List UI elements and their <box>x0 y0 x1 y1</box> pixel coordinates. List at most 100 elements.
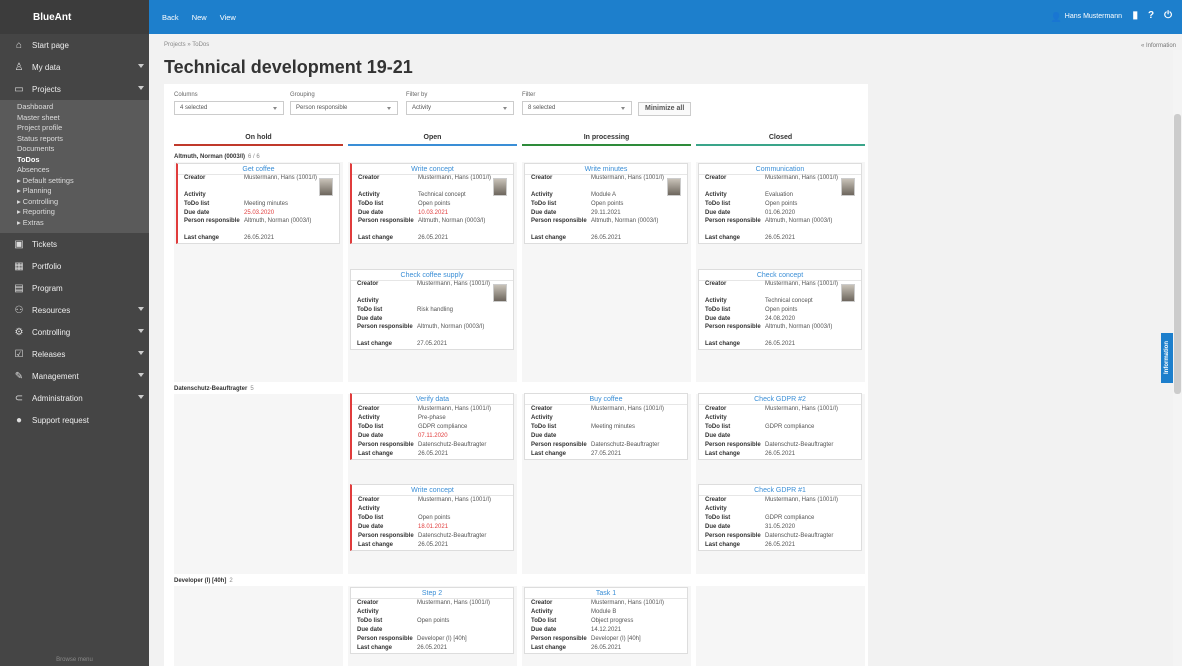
sidebar-item-portfolio[interactable]: ▦ Portfolio <box>0 255 149 277</box>
field-label: ToDo list <box>357 618 383 624</box>
sidebar-item-start-page[interactable]: ⌂ Start page <box>0 34 149 56</box>
submenu-item[interactable]: Documents <box>0 144 149 155</box>
field-label: ToDo list <box>705 201 731 207</box>
sidebar-item-tickets[interactable]: ▣ Tickets <box>0 233 149 255</box>
field-value: Pre-phase <box>418 415 446 421</box>
sidebar-item-resources[interactable]: ⚇ Resources <box>0 299 149 321</box>
management-icon: ✎ <box>14 370 24 382</box>
card-field-todolist: ToDo list Open points <box>352 514 513 523</box>
todo-card[interactable]: Verify data Creator Mustermann, Hans (1001… <box>350 393 514 460</box>
card-field-todolist: ToDo list Object progress <box>525 617 687 626</box>
group-header: Datenschutz-Beauftragter 5 <box>174 386 254 392</box>
minimize-all-button[interactable]: Minimize all <box>638 102 692 116</box>
field-label: Person responsible <box>357 636 413 642</box>
sidebar-item-controlling[interactable]: ⚙ Controlling <box>0 321 149 343</box>
todo-card[interactable]: Check GDPR #1 Creator Mustermann, Hans (10… <box>698 484 862 551</box>
sidebar-item-management[interactable]: ✎ Management <box>0 365 149 387</box>
field-value: 26.05.2021 <box>417 645 448 651</box>
submenu-item[interactable]: Absences <box>0 165 149 176</box>
todo-card-title[interactable]: Step 2 <box>351 588 513 599</box>
view-button[interactable]: View <box>220 13 236 22</box>
todo-card[interactable]: Task 1 Creator Mustermann, Hans (1001/I) Ac… <box>524 587 688 654</box>
submenu-item[interactable]: ▸ Controlling <box>0 197 149 208</box>
sidebar-item-my-data[interactable]: ♙ My data <box>0 56 149 78</box>
column-header-closed: Closed <box>696 132 865 146</box>
todo-card-title[interactable]: Check GDPR #2 <box>699 394 861 405</box>
filter-select[interactable]: 8 selected <box>522 101 632 115</box>
field-value: 18.01.2021 <box>418 524 449 530</box>
scrollbar-thumb[interactable] <box>1174 114 1181 394</box>
field-label: Last change <box>357 645 393 651</box>
field-value: Meeting minutes <box>591 424 636 430</box>
field-label: Activity <box>358 415 380 421</box>
scrollbar[interactable] <box>1173 50 1182 666</box>
back-button[interactable]: Back <box>162 13 179 22</box>
todo-card-title[interactable]: Task 1 <box>525 588 687 599</box>
todo-card[interactable]: Check GDPR #2 Creator Mustermann, Hans (10… <box>698 393 862 460</box>
card-field-last: Last change 26.05.2021 <box>525 234 687 243</box>
logo[interactable]: BlueAnt <box>0 0 149 34</box>
submenu-item[interactable]: ▸ Planning <box>0 186 149 197</box>
todo-card-title[interactable]: Check concept <box>699 270 861 281</box>
todo-card[interactable]: Write concept Creator Mustermann, Hans (10… <box>350 484 514 551</box>
filter-filter: Filter 8 selected <box>522 92 632 115</box>
filterby-select[interactable]: Activity <box>406 101 514 115</box>
todo-card-title[interactable]: Communication <box>699 164 861 175</box>
field-label: Person responsible <box>705 218 761 224</box>
field-value: Open points <box>591 201 624 207</box>
field-value: 27.05.2021 <box>591 451 622 457</box>
todo-card[interactable]: Write minutes Creator Mustermann, Hans (10… <box>524 163 688 244</box>
chevron-down-icon <box>138 307 144 311</box>
field-label: Activity <box>358 192 380 198</box>
information-link[interactable]: « Information <box>1141 43 1176 49</box>
field-label: Person responsible <box>531 442 587 448</box>
field-label: Due date <box>531 627 557 633</box>
submenu-item[interactable]: Master sheet <box>0 113 149 124</box>
user-name[interactable]: Hans Mustermann <box>1065 13 1122 20</box>
grouping-select[interactable]: Person responsible <box>290 101 398 115</box>
field-label: Creator <box>184 175 206 181</box>
columns-select[interactable]: 4 selected <box>174 101 284 115</box>
submenu-item[interactable]: Dashboard <box>0 102 149 113</box>
sidebar-item-projects[interactable]: ▭ Projects <box>0 78 149 100</box>
sidebar-item-releases[interactable]: ☑ Releases <box>0 343 149 365</box>
browse-menu[interactable]: Browse menu <box>0 657 149 663</box>
submenu-item[interactable]: ToDos <box>0 155 149 166</box>
todo-card[interactable]: Get coffee Creator Mustermann, Hans (1001/… <box>176 163 340 244</box>
card-field-creator: Creator Mustermann, Hans (1001/I) <box>525 175 687 191</box>
new-button[interactable]: New <box>192 13 207 22</box>
todo-card-title[interactable]: Write concept <box>352 485 513 496</box>
todo-card-title[interactable]: Verify data <box>352 394 513 405</box>
submenu-item[interactable]: ▸ Default settings <box>0 176 149 187</box>
submenu-item[interactable]: ▸ Reporting <box>0 207 149 218</box>
todo-card-title[interactable]: Check coffee supply <box>351 270 513 281</box>
todo-card-title[interactable]: Get coffee <box>178 164 339 175</box>
card-field-due: Due date 10.03.2021 <box>352 209 513 218</box>
information-tab[interactable]: Information <box>1161 333 1173 383</box>
card-field-creator: Creator Mustermann, Hans (1001/I) <box>351 599 513 608</box>
breadcrumb[interactable]: Projects » ToDos <box>164 42 209 48</box>
todo-card-title[interactable]: Write concept <box>352 164 513 175</box>
submenu-item[interactable]: Status reports <box>0 134 149 145</box>
todo-card[interactable]: Buy coffee Creator Mustermann, Hans (1001/… <box>524 393 688 460</box>
power-icon[interactable]: ⏻ <box>1164 10 1172 21</box>
card-field-creator: Creator Mustermann, Hans (1001/I) <box>178 175 339 191</box>
todo-card[interactable]: Write concept Creator Mustermann, Hans (10… <box>350 163 514 244</box>
releases-icon: ☑ <box>14 348 24 360</box>
todo-card[interactable]: Step 2 Creator Mustermann, Hans (1001/I) Ac… <box>350 587 514 654</box>
sidebar-item-program[interactable]: ▤ Program <box>0 277 149 299</box>
field-value: Datenschutz-Beauftragter <box>418 533 487 539</box>
todo-card[interactable]: Check concept Creator Mustermann, Hans (10… <box>698 269 862 350</box>
todo-card-title[interactable]: Check GDPR #1 <box>699 485 861 496</box>
sidebar-item-support-request[interactable]: ● Support request <box>0 409 149 431</box>
bookmark-icon[interactable]: ▮ <box>1132 10 1138 21</box>
submenu-item[interactable]: Project profile <box>0 123 149 134</box>
submenu-item[interactable]: ▸ Extras <box>0 218 149 229</box>
todo-card-title[interactable]: Write minutes <box>525 164 687 175</box>
todo-card[interactable]: Check coffee supply Creator Mustermann, Ha… <box>350 269 514 350</box>
help-icon[interactable]: ? <box>1148 10 1154 21</box>
sidebar-item-administration[interactable]: ⊂ Administration <box>0 387 149 409</box>
todo-card-title[interactable]: Buy coffee <box>525 394 687 405</box>
field-value: Datenschutz-Beauftragter <box>591 442 660 448</box>
todo-card[interactable]: Communication Creator Mustermann, Hans (10… <box>698 163 862 244</box>
